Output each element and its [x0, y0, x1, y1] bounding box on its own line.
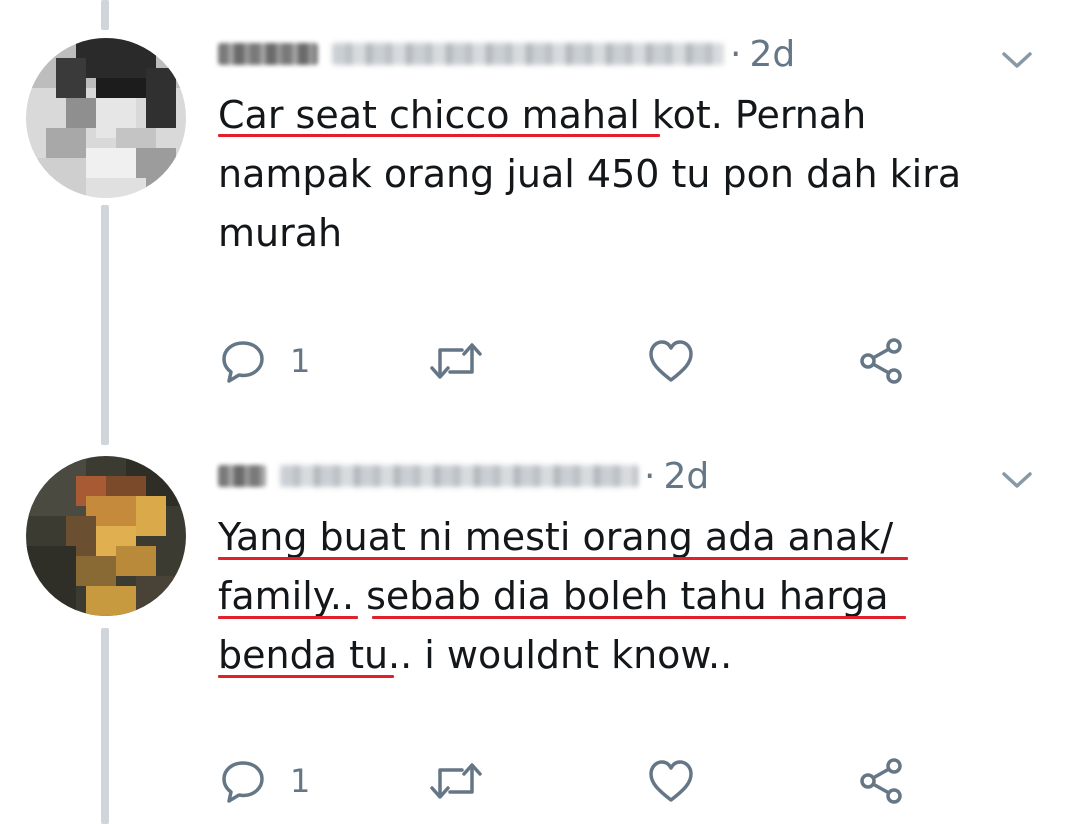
- retweet-button[interactable]: [428, 336, 484, 386]
- timestamp[interactable]: 2d: [663, 456, 709, 497]
- tweet-text: Yang buat ni mesti orang ada anak/ famil…: [218, 515, 894, 677]
- chevron-down-icon[interactable]: [1000, 48, 1034, 72]
- separator-dot: ·: [644, 455, 656, 497]
- reply-button[interactable]: 1: [218, 756, 310, 806]
- handle-redacted[interactable]: [280, 465, 638, 487]
- avatar-image: [26, 456, 186, 616]
- tweet-actions: 1: [218, 336, 958, 386]
- reply-count: 1: [290, 762, 311, 800]
- display-name-redacted[interactable]: [218, 465, 266, 487]
- reply-icon: [222, 761, 264, 803]
- share-icon: [860, 758, 902, 804]
- display-name-redacted[interactable]: [218, 43, 318, 65]
- avatar-image: [26, 38, 186, 198]
- red-underline: [218, 134, 660, 137]
- tweet[interactable]: · 2d Car seat chicco mahal kot. Pernah n…: [0, 0, 1068, 420]
- tweet[interactable]: · 2d Yang buat ni mesti orang ada anak/ …: [0, 420, 1068, 824]
- share-icon: [860, 338, 902, 384]
- separator-dot: ·: [730, 33, 742, 75]
- share-button[interactable]: [856, 756, 906, 806]
- handle-redacted[interactable]: [332, 43, 724, 65]
- avatar[interactable]: [26, 456, 186, 616]
- like-button[interactable]: [646, 756, 696, 806]
- timestamp[interactable]: 2d: [749, 34, 795, 75]
- tweet-actions: 1: [218, 756, 958, 806]
- reply-count: 1: [290, 342, 311, 380]
- like-icon: [649, 340, 693, 382]
- retweet-icon: [430, 763, 482, 799]
- tweet-header: · 2d: [218, 32, 795, 76]
- red-underline: [372, 616, 906, 619]
- retweet-button[interactable]: [428, 756, 484, 806]
- avatar[interactable]: [26, 38, 186, 198]
- tweet-header: · 2d: [218, 454, 709, 498]
- red-underline: [218, 675, 394, 678]
- chevron-down-icon[interactable]: [1000, 468, 1034, 492]
- reply-icon: [222, 341, 264, 383]
- tweet-text: Car seat chicco mahal kot. Pernah nampak…: [218, 93, 962, 255]
- red-underline: [218, 616, 358, 619]
- red-underline: [218, 557, 908, 560]
- retweet-icon: [430, 343, 482, 379]
- reply-button[interactable]: 1: [218, 336, 310, 386]
- share-button[interactable]: [856, 336, 906, 386]
- like-icon: [649, 760, 693, 802]
- like-button[interactable]: [646, 336, 696, 386]
